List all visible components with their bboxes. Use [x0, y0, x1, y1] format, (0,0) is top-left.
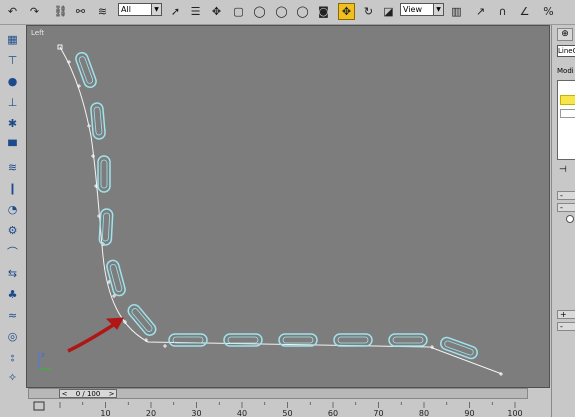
- modifier-list-dropdown[interactable]: LineO: [557, 45, 575, 57]
- select-rotate-icon[interactable]: ↻: [360, 3, 377, 20]
- ruler-tick-label: 50: [282, 409, 292, 417]
- ruler-tick-label: 20: [146, 409, 156, 417]
- reference-coord-dropdown[interactable]: View ▼: [400, 3, 444, 16]
- percent-snap-icon[interactable]: %: [540, 3, 557, 20]
- create-ring-icon[interactable]: ◎: [4, 328, 21, 345]
- create-bone-icon[interactable]: ⦂: [4, 349, 21, 366]
- capsule-object: [333, 333, 373, 347]
- create-torus-icon[interactable]: ◔: [4, 201, 21, 218]
- rollout-header[interactable]: -: [557, 203, 575, 212]
- command-panel-tabs[interactable]: ⊕: [557, 28, 573, 41]
- select-link-icon[interactable]: ⛓: [52, 3, 69, 20]
- create-plane-icon[interactable]: ⊥: [4, 94, 21, 111]
- path-spline: [59, 46, 503, 375]
- create-box-icon[interactable]: ▦: [4, 31, 21, 48]
- create-sphere-icon[interactable]: ●: [4, 73, 21, 90]
- select-move-alt-icon[interactable]: ✥: [208, 3, 225, 20]
- create-biped-icon[interactable]: ✱: [4, 115, 21, 132]
- capsule-object: [440, 336, 478, 360]
- modifier-stack[interactable]: [557, 80, 575, 160]
- track-bar-icon: [33, 401, 45, 411]
- capsule-object: [75, 51, 97, 89]
- next-frame-icon[interactable]: >: [107, 390, 116, 399]
- select-move-icon[interactable]: ✥: [338, 3, 355, 20]
- select-by-name-icon[interactable]: ☰: [187, 3, 204, 20]
- main-toolbar: ↶ ↷ ⛓ ⚯ ≋ All ▼ ➚ ☰ ✥ ▢ ◯ ◯ ◯ ◙ ✥ ↻ ◪ Vi…: [0, 0, 575, 25]
- ruler-tick-label: 70: [373, 409, 383, 417]
- ruler-tick-label: 80: [419, 409, 429, 417]
- lasso-region-icon[interactable]: ◯: [294, 3, 311, 20]
- create-cloth-icon[interactable]: ♣: [4, 286, 21, 303]
- chevron-down-icon: ▼: [433, 4, 443, 15]
- capsule-object: [127, 304, 157, 336]
- ruler-tick-label: 100: [507, 409, 522, 417]
- select-manipulate-icon[interactable]: ↗: [472, 3, 489, 20]
- fence-region-icon[interactable]: ◯: [273, 3, 290, 20]
- capsule-object: [106, 259, 126, 297]
- ruler-labels: 10 20 30 40 50 60 70 80 90 100: [100, 409, 522, 417]
- select-object-icon[interactable]: ➚: [167, 3, 184, 20]
- selection-filter-value: All: [121, 5, 131, 14]
- capsule-object: [388, 333, 428, 347]
- unlink-icon[interactable]: ⚯: [72, 3, 89, 20]
- prev-frame-icon[interactable]: <: [60, 390, 69, 399]
- modifier-stack-row[interactable]: [560, 109, 575, 118]
- ruler-tick-label: 60: [328, 409, 338, 417]
- pivot-icon[interactable]: ▥: [448, 3, 465, 20]
- snap-3d-icon[interactable]: ∩: [494, 3, 511, 20]
- axis-z-label: z: [41, 351, 45, 359]
- axis-tripod: z: [38, 351, 51, 370]
- create-tube-icon[interactable]: ❙: [4, 180, 21, 197]
- rollout-header[interactable]: +: [557, 310, 575, 319]
- reference-coord-value: View: [403, 5, 422, 14]
- timeline-area: < 0 / 100 > 10 20 30 40 50 60 70 80 90 100: [0, 388, 551, 417]
- rollout-header[interactable]: -: [557, 191, 575, 200]
- radio-option[interactable]: [566, 215, 574, 223]
- ruler-tick-label: 40: [237, 409, 247, 417]
- create-light-icon[interactable]: ✧: [4, 369, 21, 386]
- spline-vertices: [57, 44, 503, 376]
- circle-region-icon[interactable]: ◯: [251, 3, 268, 20]
- capsule-object: [90, 102, 106, 140]
- ruler-tick-label: 30: [191, 409, 201, 417]
- rect-region-icon[interactable]: ▢: [230, 3, 247, 20]
- chevron-down-icon: ▼: [151, 4, 161, 15]
- left-viewport[interactable]: Left z: [26, 25, 550, 388]
- annotation-arrow: [67, 317, 124, 353]
- time-slider[interactable]: < 0 / 100 >: [28, 388, 528, 399]
- create-gear-icon[interactable]: ⚙: [4, 222, 21, 239]
- frame-ruler[interactable]: 10 20 30 40 50 60 70 80 90 100: [28, 400, 551, 417]
- create-arrow-icon[interactable]: ⇆: [4, 265, 21, 282]
- bind-space-warp-icon[interactable]: ≋: [94, 3, 111, 20]
- time-slider-thumb[interactable]: < 0 / 100 >: [59, 389, 117, 398]
- command-panel: ⊕ LineO Modi ⊣ - - + -: [551, 25, 575, 417]
- selection-filter-dropdown[interactable]: All ▼: [118, 3, 162, 16]
- create-cylinder-icon[interactable]: ⊤: [4, 52, 21, 69]
- viewport-canvas: z: [38, 44, 503, 376]
- array-objects: [75, 51, 478, 360]
- ruler-ticks: [59, 402, 516, 408]
- rollout-header[interactable]: -: [557, 322, 575, 331]
- capsule-object: [97, 155, 111, 193]
- pin-stack-icon[interactable]: ⊣: [559, 165, 567, 175]
- capsule-object: [168, 333, 208, 347]
- create-helper-icon[interactable]: ▀: [4, 138, 21, 155]
- frame-counter: 0 / 100: [75, 390, 101, 398]
- angle-snap-icon[interactable]: ∠: [516, 3, 533, 20]
- undo-icon[interactable]: ↶: [4, 3, 21, 20]
- left-toolbar: ▦ ⊤ ● ⊥ ✱ ▀ ≋ ❙ ◔ ⚙ ⌒ ⇆ ♣ ≈ ◎ ⦂ ✧: [0, 25, 26, 390]
- ruler-tick-label: 10: [100, 409, 110, 417]
- modifier-list-label: Modi: [557, 67, 574, 75]
- redo-icon[interactable]: ↷: [26, 3, 43, 20]
- select-scale-icon[interactable]: ◪: [380, 3, 397, 20]
- window-crossing-icon[interactable]: ◙: [315, 3, 332, 20]
- create-wave-icon[interactable]: ≈: [4, 307, 21, 324]
- modifier-stack-selected-row[interactable]: [560, 95, 575, 105]
- create-spline-icon[interactable]: ≋: [4, 159, 21, 176]
- create-bend-icon[interactable]: ⌒: [4, 243, 21, 260]
- ruler-tick-label: 90: [464, 409, 474, 417]
